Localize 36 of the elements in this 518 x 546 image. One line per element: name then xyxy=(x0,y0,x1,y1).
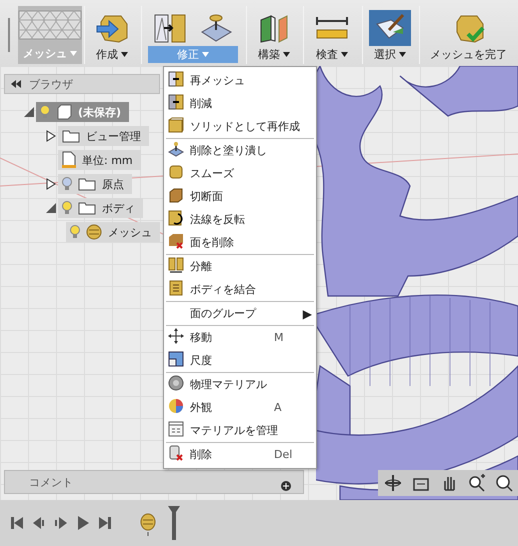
group-label: 検査 xyxy=(312,46,352,63)
tree-item[interactable]: メッシュ xyxy=(66,222,160,242)
menu-item[interactable]: マテリアルを管理 xyxy=(164,419,316,442)
menu-item[interactable]: 再メッシュ xyxy=(164,69,316,92)
menu-item[interactable]: ボディを結合 xyxy=(164,278,316,301)
menu-item[interactable]: 削除と塗り潰し xyxy=(164,139,316,162)
toolbar-group[interactable]: メッシュを完了 xyxy=(419,6,517,64)
menu-item[interactable]: 面のグループ ▶ xyxy=(164,302,316,325)
menu-item[interactable]: 削除 Del xyxy=(164,443,316,466)
group-label: 作成 xyxy=(92,46,132,63)
menu-item[interactable]: 切断面 xyxy=(164,185,316,208)
menu-item[interactable]: ソリッドとして再作成 xyxy=(164,115,316,138)
menu-item[interactable]: 法線を反転 xyxy=(164,208,316,231)
menu-item[interactable]: 移動 M xyxy=(164,326,316,349)
tree-item[interactable]: ボディ xyxy=(58,198,143,218)
group-label: 構築 xyxy=(254,46,294,63)
toolbar-group[interactable]: 検査 xyxy=(303,6,360,64)
menu-item[interactable]: 物理マテリアル xyxy=(164,373,316,396)
menu-item[interactable]: 削減 xyxy=(164,92,316,115)
toolbar-group[interactable]: 構築 xyxy=(246,6,301,64)
group-label: 選択 xyxy=(370,46,410,63)
menu-item[interactable]: 尺度 xyxy=(164,349,316,372)
workspace-label: メッシュ xyxy=(19,45,81,62)
group-label: 修正 xyxy=(148,46,238,63)
menu-item[interactable]: 分離 xyxy=(164,255,316,278)
tree-item[interactable]: 単位: mm xyxy=(58,150,141,170)
toolbar-group[interactable]: 作成 xyxy=(84,6,139,64)
panel-title: コメント xyxy=(29,474,73,490)
menu-item[interactable]: 面を削除 xyxy=(164,231,316,254)
group-label: メッシュを完了 xyxy=(429,47,508,63)
menu-item[interactable]: スムーズ xyxy=(164,162,316,185)
toolbar-group[interactable]: 選択 xyxy=(362,6,417,64)
tree-item[interactable]: 原点 xyxy=(58,174,132,194)
tree-item[interactable]: ビュー管理 xyxy=(58,126,149,146)
menu-item[interactable]: 外観 A xyxy=(164,396,316,419)
panel-title: ブラウザ xyxy=(29,76,73,92)
